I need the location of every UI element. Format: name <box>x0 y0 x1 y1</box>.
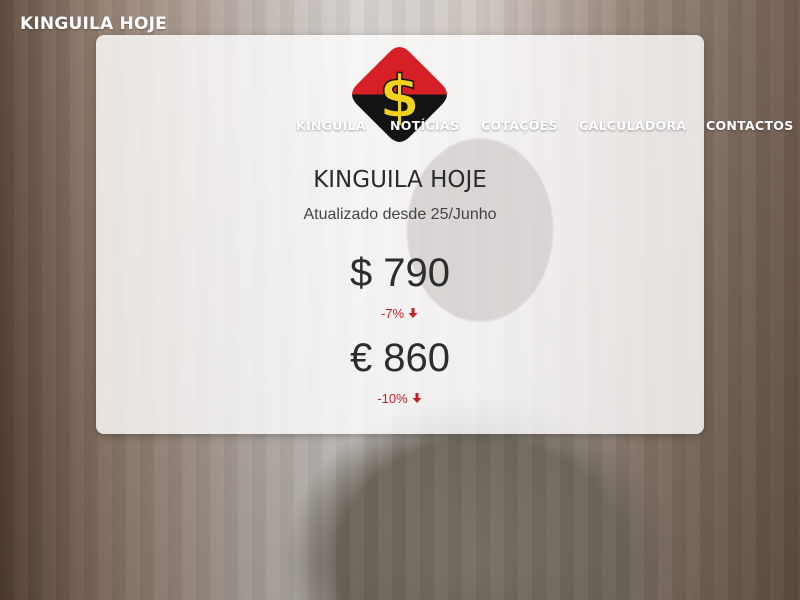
arrow-down-icon <box>408 308 418 318</box>
main-nav: KINGUILA NOTÍCIAS COTAÇÕES CALCULADORA C… <box>0 118 800 134</box>
eur-rate: € 860 <box>349 336 451 380</box>
eur-change-value: -10% <box>377 391 408 406</box>
eur-change: -10% <box>0 391 800 406</box>
nav-item-contactos[interactable]: CONTACTOS <box>706 118 794 133</box>
nav-item-kinguila[interactable]: KINGUILA <box>296 118 366 133</box>
updated-date: Atualizado desde 25/Junho <box>303 206 497 223</box>
usd-rate: $ 790 <box>349 251 451 295</box>
usd-change-value: -7% <box>380 306 405 321</box>
nav-item-cotacoes[interactable]: COTAÇÕES <box>481 118 558 133</box>
card-title: KINGUILA HOJE <box>313 167 487 193</box>
nav-item-calculadora[interactable]: CALCULADORA <box>579 118 686 133</box>
nav-item-noticias[interactable]: NOTÍCIAS <box>390 118 459 133</box>
arrow-down-icon <box>412 393 422 403</box>
site-brand[interactable]: KINGUILA HOJE <box>20 14 167 34</box>
usd-change: -7% <box>0 306 800 321</box>
